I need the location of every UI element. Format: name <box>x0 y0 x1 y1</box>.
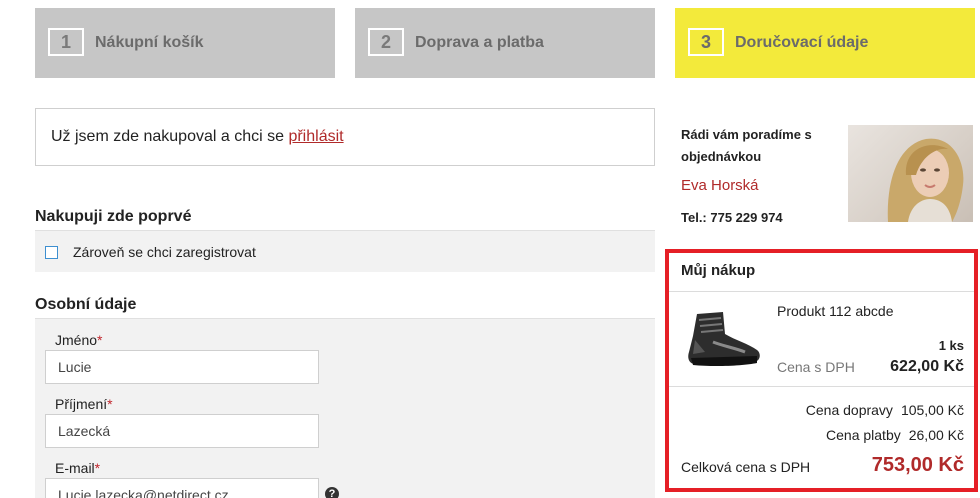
payment-row: Cena platby 26,00 Kč <box>826 427 964 443</box>
first-name-field[interactable] <box>45 350 319 384</box>
contact-name: Eva Horská <box>681 177 759 194</box>
total-value: 753,00 Kč <box>871 454 964 476</box>
payment-value: 26,00 Kč <box>908 427 964 443</box>
step-cart[interactable]: 1 Nákupní košík <box>35 8 335 78</box>
total-label: Celková cena s DPH <box>681 459 811 475</box>
last-name-label: Příjmení* <box>55 396 113 412</box>
shipping-row: Cena dopravy 105,00 Kč <box>806 402 964 418</box>
contact-phone: Tel.: 775 229 974 <box>681 210 783 225</box>
step-number: 1 <box>48 28 84 56</box>
product-price: 622,00 Kč <box>890 358 964 375</box>
first-time-title: Nakupuji zde poprvé <box>35 208 192 225</box>
step-number: 3 <box>688 28 724 56</box>
last-name-field[interactable] <box>45 414 319 448</box>
personal-section: Jméno* Příjmení* E-mail* ? <box>35 318 655 498</box>
login-box: Už jsem zde nakupoval a chci se přihlási… <box>35 108 655 166</box>
register-checkbox[interactable] <box>45 246 58 259</box>
help-icon[interactable]: ? <box>325 487 339 498</box>
shipping-label: Cena dopravy <box>805 402 893 418</box>
step-label: Nákupní košík <box>95 34 204 51</box>
product-image[interactable] <box>683 306 763 371</box>
step-shipping-payment[interactable]: 2 Doprava a platba <box>355 8 655 78</box>
cart-item: Produkt 112 abcde 1 ks Cena s DPH 622,00… <box>669 291 974 387</box>
register-label[interactable]: Zároveň se chci zaregistrovat <box>73 244 256 260</box>
payment-label: Cena platby <box>826 427 901 443</box>
contact-photo <box>848 125 973 222</box>
email-label: E-mail* <box>55 460 101 476</box>
personal-title: Osobní údaje <box>35 296 137 313</box>
contact-heading: Rádi vám poradíme s objednávkou <box>681 127 812 164</box>
price-label: Cena s DPH <box>777 359 855 375</box>
login-text: Už jsem zde nakupoval a chci se přihlási… <box>51 128 344 145</box>
shipping-value: 105,00 Kč <box>900 402 964 418</box>
email-field[interactable] <box>45 478 319 498</box>
step-label: Doprava a platba <box>415 34 544 51</box>
register-section: Zároveň se chci zaregistrovat <box>35 230 655 272</box>
step-number: 2 <box>368 28 404 56</box>
cart-title: Můj nákup <box>681 262 756 279</box>
product-quantity: 1 ks <box>938 338 964 353</box>
step-label: Doručovací údaje <box>735 34 869 51</box>
login-link[interactable]: přihlásit <box>288 128 343 145</box>
cart-summary: Můj nákup Produkt 112 abcde 1 ks Cena s … <box>665 249 978 492</box>
first-name-label: Jméno* <box>55 332 103 348</box>
product-name[interactable]: Produkt 112 abcde <box>777 303 894 319</box>
step-delivery-details[interactable]: 3 Doručovací údaje <box>675 8 975 78</box>
